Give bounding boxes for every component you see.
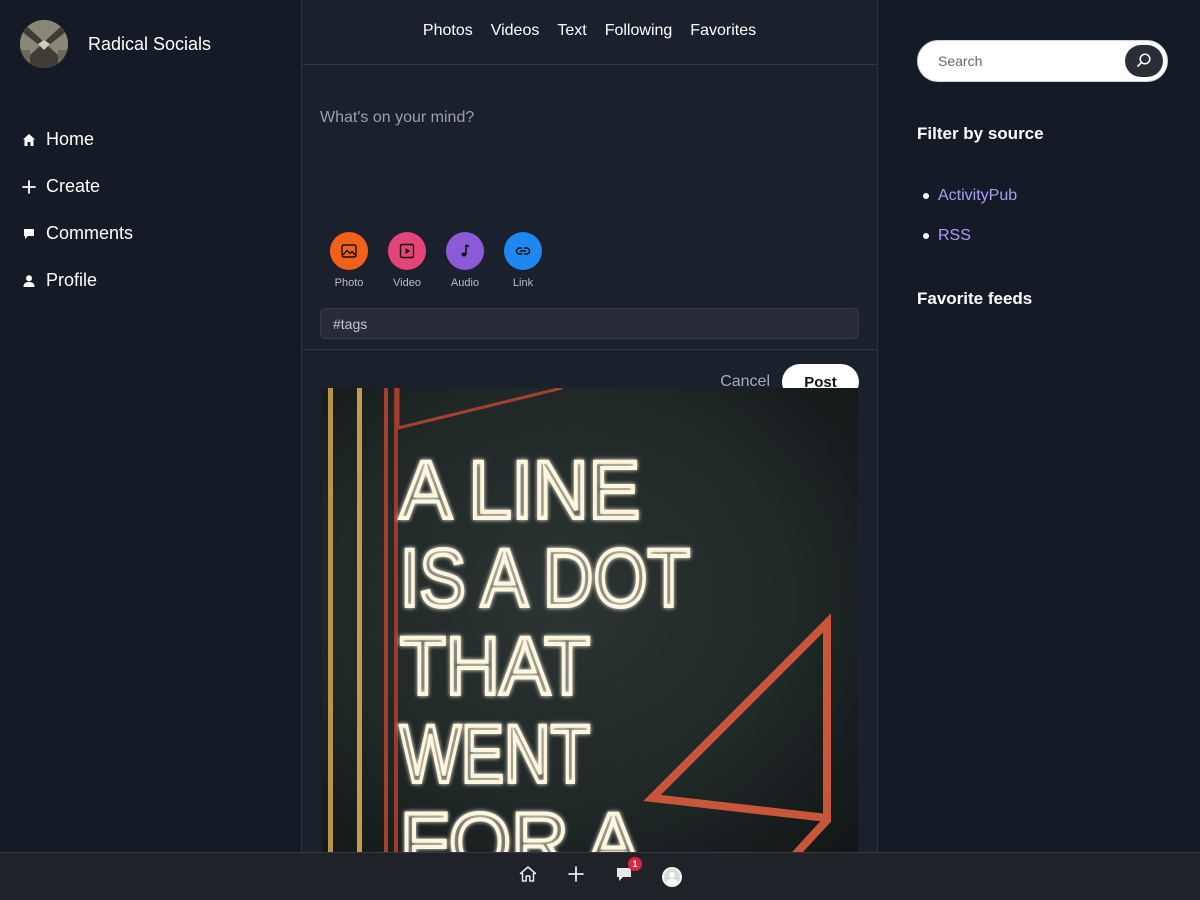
sidebar-item-home[interactable]: Home	[20, 116, 133, 163]
sidebar-item-label: Home	[46, 129, 95, 149]
media-label: Audio	[450, 277, 480, 289]
home-icon	[519, 865, 537, 888]
sidebar-item-label: Profile	[46, 270, 98, 290]
composer-input[interactable]: What's on your mind?	[320, 109, 474, 127]
search-icon	[1136, 52, 1152, 71]
feed-tabs: Photos Videos Text Following Favorites	[302, 0, 877, 65]
filter-heading: Filter by source	[917, 124, 1044, 143]
neon-text-line: WENT	[400, 709, 590, 800]
search-box	[917, 40, 1168, 82]
bottom-profile-button[interactable]	[660, 865, 684, 889]
tab-favorites[interactable]: Favorites	[690, 22, 756, 40]
music-note-icon	[446, 232, 484, 270]
tab-photos[interactable]: Photos	[423, 22, 473, 40]
search-input[interactable]	[938, 41, 1118, 81]
sidebar-item-label: Create	[46, 176, 101, 196]
audio-button[interactable]: Audio	[436, 232, 494, 289]
bullet	[923, 193, 929, 199]
plus-icon	[20, 178, 38, 196]
sidebar-item-profile[interactable]: Profile	[20, 257, 133, 304]
neon-text-line: IS A DOT	[400, 533, 690, 624]
photo-button[interactable]: Photo	[320, 232, 378, 289]
search-button[interactable]	[1125, 45, 1163, 77]
media-label: Video	[393, 277, 421, 289]
source-list: ActivityPub RSS	[917, 176, 1017, 256]
brand[interactable]: Radical Socials	[20, 20, 211, 68]
tags-input[interactable]	[320, 308, 859, 339]
avatar	[662, 866, 682, 887]
media-label: Link	[512, 277, 534, 289]
bullet	[923, 233, 929, 239]
link-icon	[504, 232, 542, 270]
post-image[interactable]: A LINE IS A DOT THAT WENT FOR A	[322, 388, 858, 852]
user-icon	[20, 272, 38, 290]
tab-videos[interactable]: Videos	[491, 22, 540, 40]
neon-sign-image: A LINEIS A DOTTHATWENTFOR A	[322, 388, 858, 852]
neon-text-line: FOR A	[400, 797, 640, 852]
favorites-heading: Favorite feeds	[917, 289, 1033, 308]
app-name: Radical Socials	[88, 33, 212, 54]
notification-badge: 1	[628, 856, 642, 871]
source-label: ActivityPub	[938, 187, 1018, 204]
tab-following[interactable]: Following	[605, 22, 673, 40]
sidebar-nav: Home Create Comments Profile	[20, 116, 133, 304]
sidebar-item-comments[interactable]: Comments	[20, 210, 133, 257]
right-sidebar: Filter by source ActivityPub RSS Favorit…	[878, 0, 1200, 852]
neon-text-line: THAT	[400, 621, 590, 712]
main-feed: Photos Videos Text Following Favorites W…	[301, 0, 878, 852]
home-icon	[20, 131, 38, 149]
link-button[interactable]: Link	[494, 232, 552, 289]
image-icon	[330, 232, 368, 270]
post-composer: What's on your mind? Photo Video Audio L…	[302, 65, 877, 400]
media-label: Photo	[334, 277, 364, 289]
comment-icon	[20, 225, 38, 243]
bottom-comments-button[interactable]: 1	[612, 856, 642, 889]
plus-icon	[567, 865, 585, 888]
source-rss[interactable]: RSS	[917, 216, 1017, 256]
video-button[interactable]: Video	[378, 232, 436, 289]
media-buttons: Photo Video Audio Link	[320, 232, 552, 289]
left-sidebar: Radical Socials Home Create Comments Pro…	[0, 0, 301, 852]
neon-text-line: A LINE	[400, 445, 640, 536]
bottom-home-button[interactable]	[516, 865, 540, 889]
source-label: RSS	[938, 227, 971, 244]
source-activitypub[interactable]: ActivityPub	[917, 176, 1017, 216]
brand-avatar	[20, 20, 68, 68]
play-icon	[388, 232, 426, 270]
bottom-create-button[interactable]	[564, 865, 588, 889]
sidebar-item-label: Comments	[46, 223, 134, 243]
tab-text[interactable]: Text	[557, 22, 586, 40]
sidebar-item-create[interactable]: Create	[20, 163, 133, 210]
bottom-bar: 1	[0, 852, 1200, 900]
